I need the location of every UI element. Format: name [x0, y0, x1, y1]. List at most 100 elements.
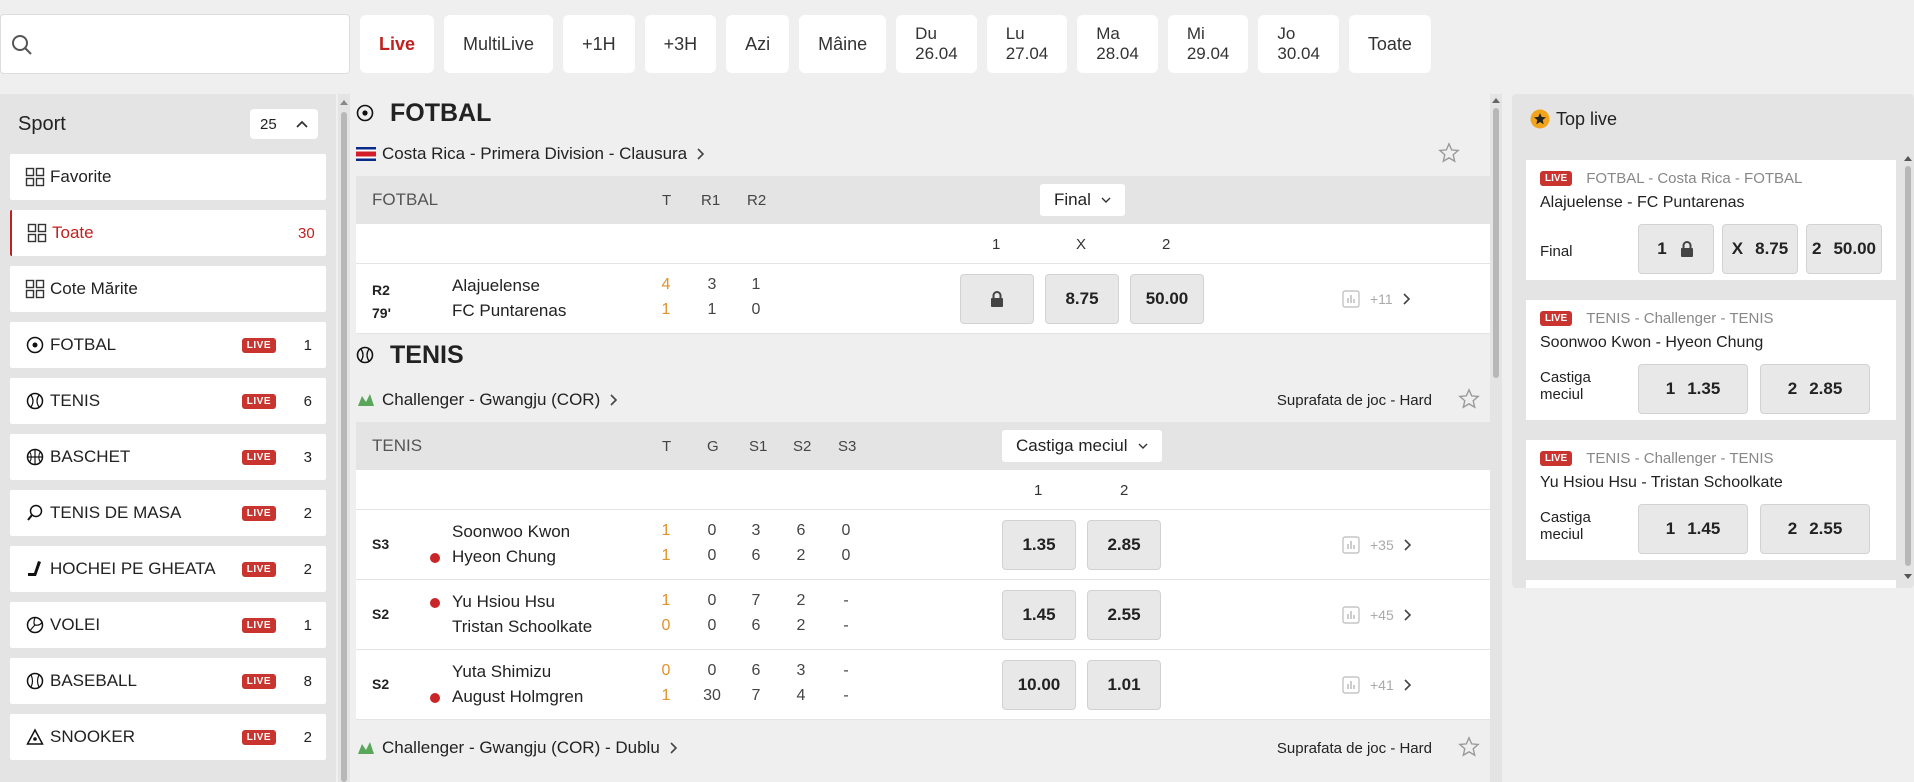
- filter-day: Du: [915, 24, 937, 43]
- top-live-title: Top live: [1556, 108, 1618, 129]
- main-scrollbar[interactable]: [1490, 94, 1502, 782]
- sidebar-item-cote-m-rite[interactable]: Cote Mărite: [10, 266, 326, 312]
- card-market: Castiga meciul: [1540, 369, 1591, 403]
- filter-today[interactable]: Azi: [726, 15, 790, 73]
- top-live-card[interactable]: [1526, 580, 1896, 588]
- sidebar-item-baschet[interactable]: BASCHET LIVE 3: [10, 434, 326, 480]
- grid-icon: [24, 166, 46, 188]
- odds-button-locked[interactable]: [960, 274, 1034, 324]
- volleyball-icon: [24, 614, 46, 636]
- sidebar-item-label: Cote Mărite: [50, 279, 138, 298]
- more-markets[interactable]: +11: [1342, 290, 1411, 308]
- league-header[interactable]: Costa Rica - Primera Division - Clausura: [356, 132, 1490, 176]
- match-row[interactable]: R2 79' Alajuelense FC Puntarenas 4 3 1 1…: [356, 264, 1490, 334]
- sidebar-item-hochei-pe-gheata[interactable]: HOCHEI PE GHEATA LIVE 2: [10, 546, 326, 592]
- more-markets[interactable]: +35: [1342, 536, 1412, 554]
- filter-all[interactable]: Toate: [1348, 15, 1431, 73]
- odds-button[interactable]: 8.75: [1045, 274, 1119, 324]
- sidebar-item-favorite[interactable]: Favorite: [10, 154, 326, 200]
- top-live-card[interactable]: LIVE TENIS - Challenger - TENIS Soonwoo K…: [1526, 300, 1896, 420]
- sport-list: Favorite Toate 30 Cote Mărite FOTBAL LIVE 1 TEN…: [0, 154, 336, 760]
- filter-date-2[interactable]: Ma 28.04: [1077, 15, 1158, 73]
- search-box[interactable]: [0, 14, 350, 74]
- sidebar-item-volei[interactable]: VOLEI LIVE 1: [10, 602, 326, 648]
- top-live-card[interactable]: LIVE FOTBAL - Costa Rica - FOTBAL Alajuel…: [1526, 160, 1896, 280]
- odds-col: 1: [1034, 482, 1043, 499]
- sidebar-item-snooker[interactable]: SNOOKER LIVE 2: [10, 714, 326, 760]
- league-header[interactable]: Challenger - Gwangju (COR) Suprafata de …: [356, 378, 1490, 422]
- league-header[interactable]: Challenger - Gwangju (COR) - Dublu Supra…: [356, 726, 1490, 770]
- sidebar-item-toate[interactable]: Toate 30: [10, 210, 326, 256]
- more-markets[interactable]: +41: [1342, 676, 1412, 694]
- card-competition: TENIS - Challenger - TENIS: [1586, 450, 1774, 467]
- market-select[interactable]: Final: [1040, 184, 1125, 216]
- odds-header: 1 X 2: [356, 224, 1490, 264]
- market-select[interactable]: Castiga meciul: [1002, 430, 1162, 462]
- search-input[interactable]: [41, 27, 341, 61]
- sidebar-item-label: TENIS: [50, 391, 101, 410]
- odds-button[interactable]: 1.01: [1087, 660, 1161, 710]
- sidebar-item-tenis[interactable]: TENIS LIVE 6: [10, 378, 326, 424]
- grid-icon: [26, 222, 48, 244]
- sport-count-toggle[interactable]: 25: [250, 109, 318, 139]
- sidebar-item-baseball[interactable]: BASEBALL LIVE 8: [10, 658, 326, 704]
- score-cell: 1: [707, 301, 717, 318]
- card-header: LIVE TENIS - Challenger - TENIS: [1540, 310, 1774, 327]
- search-icon: [12, 35, 32, 55]
- favorite-star-icon[interactable]: [1458, 388, 1480, 410]
- top-live-scroll-thumb[interactable]: [1905, 166, 1911, 566]
- more-count: +41: [1370, 677, 1394, 693]
- card-odds-button[interactable]: 2 50.00: [1806, 224, 1882, 274]
- filter-multilive[interactable]: MultiLive: [444, 15, 554, 73]
- sidebar-scroll-thumb[interactable]: [341, 112, 347, 782]
- filter-date-3[interactable]: Mi 29.04: [1167, 15, 1249, 73]
- sidebar-item-tenis-de-masa[interactable]: TENIS DE MASA LIVE 2: [10, 490, 326, 536]
- filter-date-1[interactable]: Lu 27.04: [986, 15, 1068, 73]
- filter-date-0[interactable]: Du 26.04: [896, 15, 977, 73]
- match-row[interactable]: S2 Yu Hsiou Hsu Tristan Schoolkate 1 0 7 2 - 0 0 6…: [356, 580, 1490, 650]
- filter-1h[interactable]: +1H: [563, 15, 635, 73]
- chevron-down-icon: [1101, 197, 1111, 203]
- match-row[interactable]: S3 Soonwoo Kwon Hyeon Chung 1 0 3 6 0 1 0 6 2 0 1.35 2…: [356, 510, 1490, 580]
- score-cell: 6: [751, 547, 761, 564]
- score-cell: 30: [703, 687, 721, 704]
- league-name: Challenger - Gwangju (COR) - Dublu: [382, 738, 660, 757]
- card-odds-button[interactable]: X 8.75: [1722, 224, 1798, 274]
- table-tennis-icon: [24, 502, 46, 524]
- match-row[interactable]: S2 Yuta Shimizu August Holmgren 0 0 6 3 - 1 30 7 4 -…: [356, 650, 1490, 720]
- snooker-icon: [24, 726, 46, 748]
- odds-key: X: [1731, 239, 1744, 258]
- sidebar-item-label: BASCHET: [50, 447, 131, 466]
- filter-date-4[interactable]: Jo 30.04: [1258, 15, 1339, 73]
- main-scroll-thumb[interactable]: [1493, 108, 1499, 378]
- odds-button[interactable]: 2.55: [1087, 590, 1161, 640]
- card-odds-button[interactable]: 2 2.55: [1760, 504, 1870, 554]
- more-markets[interactable]: +45: [1342, 606, 1412, 624]
- score-cell: 1: [661, 687, 671, 704]
- sidebar-item-fotbal[interactable]: FOTBAL LIVE 1: [10, 322, 326, 368]
- filter-live[interactable]: Live: [360, 15, 435, 73]
- odds-key: 1: [1665, 379, 1676, 398]
- filter-3h[interactable]: +3H: [644, 15, 717, 73]
- odds-button[interactable]: 2.85: [1087, 520, 1161, 570]
- top-live-scrollbar[interactable]: [1902, 94, 1914, 588]
- favorite-star-icon[interactable]: [1438, 142, 1460, 164]
- challenger-icon: [358, 394, 374, 406]
- odds-button[interactable]: 1.45: [1002, 590, 1076, 640]
- card-odds-locked[interactable]: 1: [1638, 224, 1714, 274]
- top-live-card[interactable]: LIVE TENIS - Challenger - TENIS Yu Hsiou …: [1526, 440, 1896, 560]
- sidebar-scrollbar[interactable]: [338, 94, 350, 782]
- odds-button[interactable]: 50.00: [1130, 274, 1204, 324]
- football-table: FOTBAL T R1 R2 Final 1 X 2 R2 79' Alajue…: [356, 176, 1490, 334]
- odds-button[interactable]: 1.35: [1002, 520, 1076, 570]
- market-label: Castiga meciul: [1016, 436, 1128, 455]
- favorite-star-icon[interactable]: [1458, 736, 1480, 758]
- odds-button[interactable]: 10.00: [1002, 660, 1076, 710]
- filter-tomorrow[interactable]: Mâine: [799, 15, 887, 73]
- card-odds-button[interactable]: 1 1.45: [1638, 504, 1748, 554]
- odds-col: 2: [1120, 482, 1129, 499]
- card-odds-button[interactable]: 1 1.35: [1638, 364, 1748, 414]
- lock-icon: [1680, 241, 1693, 257]
- score-cell: 0: [707, 592, 717, 609]
- card-odds-button[interactable]: 2 2.85: [1760, 364, 1870, 414]
